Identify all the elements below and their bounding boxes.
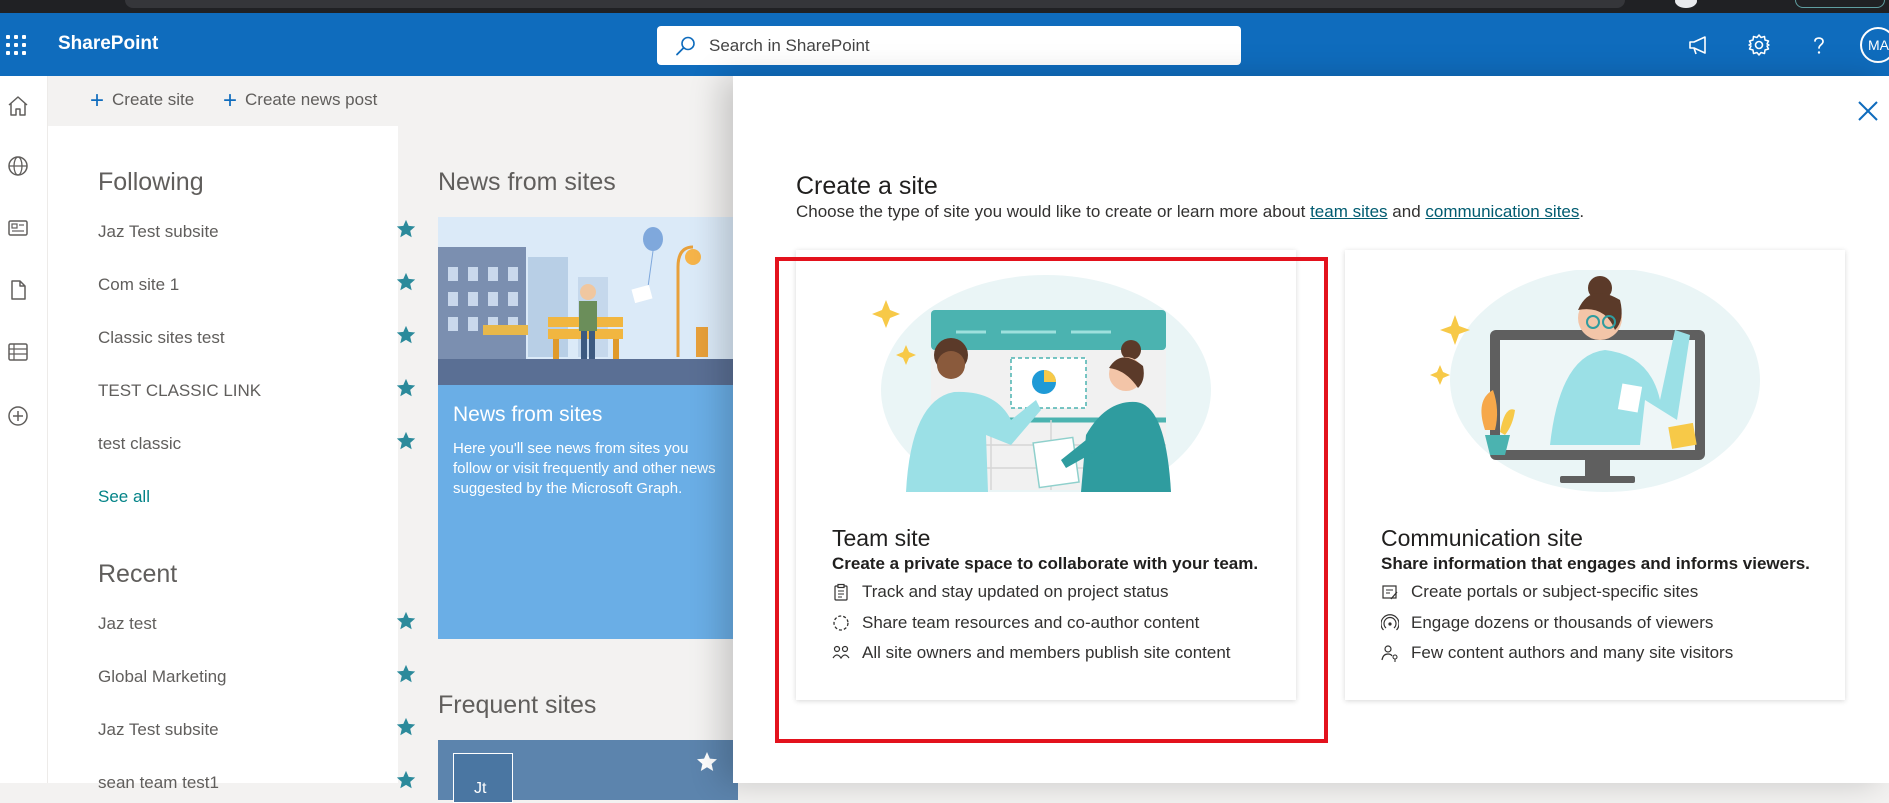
suite-bar: SharePoint MA bbox=[0, 13, 1889, 76]
broadcast-icon bbox=[1381, 614, 1399, 631]
search-input[interactable] bbox=[709, 26, 1229, 65]
create-site-button[interactable]: + Create site bbox=[90, 86, 195, 114]
person-key-icon bbox=[1381, 645, 1398, 662]
frequent-site-card[interactable]: Jt bbox=[438, 740, 738, 803]
team-site-title: Team site bbox=[832, 525, 931, 551]
team-site-illustration bbox=[872, 275, 1211, 492]
site-name: test classic bbox=[98, 434, 182, 453]
search-icon bbox=[676, 36, 695, 56]
feature-item: Create portals or subject-specific sites bbox=[1381, 582, 1698, 602]
feature-text: All site owners and members publish site… bbox=[862, 643, 1231, 662]
news-illustration bbox=[438, 217, 738, 385]
address-bar[interactable] bbox=[125, 0, 1625, 8]
create-news-post-button[interactable]: + Create news post bbox=[223, 86, 378, 114]
avatar[interactable]: MA bbox=[1860, 27, 1889, 63]
feature-text: Create portals or subject-specific sites bbox=[1411, 582, 1699, 601]
news-icon[interactable] bbox=[6, 216, 30, 240]
feature-text: Share team resources and co-author conte… bbox=[862, 613, 1200, 632]
news-heading: News from sites bbox=[438, 168, 616, 196]
site-name: Classic sites test bbox=[98, 328, 225, 347]
news-column: News from sites News from sites Here you… bbox=[398, 126, 738, 803]
edit-page-icon bbox=[1382, 585, 1398, 600]
add-circle-icon[interactable] bbox=[6, 404, 30, 428]
globe-icon[interactable] bbox=[6, 154, 30, 178]
plus-icon: + bbox=[223, 86, 238, 114]
feature-item: Share team resources and co-author conte… bbox=[832, 613, 1199, 633]
site-name: Jaz Test subsite bbox=[98, 222, 219, 241]
following-heading: Following bbox=[98, 168, 204, 196]
recent-item[interactable]: Global Marketing bbox=[98, 663, 416, 693]
recent-item[interactable]: Jaz Test subsite bbox=[98, 716, 416, 746]
document-icon[interactable] bbox=[6, 278, 30, 302]
search-box[interactable] bbox=[657, 26, 1241, 65]
subtitle-text: . bbox=[1579, 202, 1585, 221]
clipboard-icon bbox=[834, 583, 848, 601]
feature-item: All site owners and members publish site… bbox=[832, 643, 1231, 663]
subtitle-text: Choose the type of site you would like t… bbox=[796, 202, 1311, 221]
gear-icon[interactable] bbox=[1743, 29, 1775, 61]
feature-item: Few content authors and many site visito… bbox=[1381, 643, 1733, 663]
following-item[interactable]: test classic bbox=[98, 430, 416, 460]
panel-title: Create a site bbox=[796, 172, 938, 200]
following-panel: Following Jaz Test subsite Com site 1 Cl… bbox=[48, 126, 416, 792]
create-news-post-label: Create news post bbox=[245, 90, 378, 109]
communication-sites-link[interactable]: communication sites bbox=[1425, 202, 1579, 221]
feature-text: Few content authors and many site visito… bbox=[1411, 643, 1734, 662]
team-site-card[interactable]: Team site Create a private space to coll… bbox=[796, 250, 1296, 700]
close-icon[interactable] bbox=[1855, 98, 1881, 124]
recent-item[interactable]: Jaz test bbox=[98, 610, 416, 640]
browser-action-button[interactable] bbox=[1795, 0, 1885, 8]
create-site-panel: Create a site Choose the type of site yo… bbox=[733, 76, 1889, 783]
site-name: TEST CLASSIC LINK bbox=[98, 381, 262, 400]
following-item[interactable]: Classic sites test bbox=[98, 324, 416, 354]
frequent-heading: Frequent sites bbox=[438, 691, 597, 719]
plus-icon: + bbox=[90, 86, 105, 114]
feature-text: Engage dozens or thousands of viewers bbox=[1411, 613, 1714, 632]
following-item[interactable]: TEST CLASSIC LINK bbox=[98, 377, 416, 407]
subtitle-text: and bbox=[1387, 202, 1426, 221]
site-name: Jaz test bbox=[98, 614, 157, 633]
site-name: Jaz Test subsite bbox=[98, 720, 219, 739]
star-icon[interactable] bbox=[695, 750, 719, 774]
site-name: sean team test1 bbox=[98, 773, 219, 792]
people-icon bbox=[832, 645, 850, 660]
home-icon[interactable] bbox=[6, 94, 30, 118]
team-site-subtitle: Create a private space to collaborate wi… bbox=[832, 554, 1259, 573]
browser-chrome bbox=[0, 0, 1889, 13]
site-name: Global Marketing bbox=[98, 667, 227, 686]
team-sites-link[interactable]: team sites bbox=[1310, 202, 1387, 221]
communication-site-subtitle: Share information that engages and infor… bbox=[1381, 554, 1810, 573]
feature-item: Track and stay updated on project status bbox=[832, 582, 1169, 602]
list-icon[interactable] bbox=[6, 340, 30, 364]
communication-site-title: Communication site bbox=[1381, 525, 1583, 551]
recent-item[interactable]: sean team test1 bbox=[98, 769, 416, 799]
following-item[interactable]: Jaz Test subsite bbox=[98, 218, 416, 248]
create-site-label: Create site bbox=[112, 90, 195, 109]
help-icon[interactable] bbox=[1803, 29, 1835, 61]
recent-heading: Recent bbox=[98, 560, 178, 588]
megaphone-icon[interactable] bbox=[1683, 29, 1715, 61]
see-all-link[interactable]: See all bbox=[98, 487, 150, 507]
app-launcher-icon[interactable] bbox=[6, 35, 28, 57]
news-card[interactable]: News from sites Here you'll see news fro… bbox=[438, 217, 738, 639]
news-card-title: News from sites bbox=[453, 403, 603, 426]
site-logo-tile: Jt bbox=[453, 753, 513, 803]
app-name[interactable]: SharePoint bbox=[58, 33, 158, 55]
feature-item: Engage dozens or thousands of viewers bbox=[1381, 613, 1713, 633]
sync-icon bbox=[833, 615, 849, 631]
left-rail bbox=[0, 76, 48, 783]
following-item[interactable]: Com site 1 bbox=[98, 271, 416, 301]
feature-text: Track and stay updated on project status bbox=[862, 582, 1169, 601]
panel-subtitle: Choose the type of site you would like t… bbox=[796, 202, 1584, 222]
communication-site-illustration bbox=[1430, 270, 1760, 492]
news-card-description: Here you'll see news from sites you foll… bbox=[453, 440, 716, 497]
site-name: Com site 1 bbox=[98, 275, 180, 294]
browser-profile-icon[interactable] bbox=[1675, 0, 1697, 8]
communication-site-card[interactable]: Communication site Share information tha… bbox=[1345, 250, 1845, 700]
